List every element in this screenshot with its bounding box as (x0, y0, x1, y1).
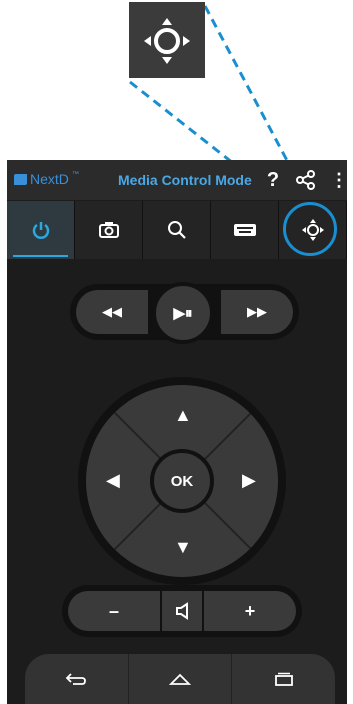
overflow-menu-icon[interactable]: ⋮ (327, 168, 351, 192)
search-button[interactable] (143, 201, 211, 259)
dpad-control: ▲ ▼ ◀ ▶ OK (78, 377, 286, 585)
power-button[interactable] (7, 201, 75, 259)
app-logo: NextD ™ (14, 171, 79, 187)
volume-down-button[interactable]: – (68, 591, 160, 631)
dpad-up-button[interactable]: ▲ (174, 405, 192, 426)
volume-controls: – + (62, 585, 302, 637)
share-icon[interactable] (294, 168, 318, 192)
dpad-mode-highlight (283, 202, 337, 256)
recents-button[interactable] (232, 654, 335, 704)
mute-button[interactable] (162, 591, 202, 631)
logo-mark (14, 173, 27, 185)
camera-button[interactable] (75, 201, 143, 259)
home-icon (169, 673, 191, 685)
action-bar: NextD ™ Media Control Mode ? ⋮ (7, 160, 348, 200)
ok-button[interactable]: OK (150, 449, 214, 513)
power-icon (32, 222, 49, 239)
play-pause-button[interactable]: ▶⏸ (152, 282, 214, 344)
dpad-down-button[interactable]: ▼ (174, 537, 192, 558)
logo-trademark: ™ (71, 171, 79, 178)
keyboard-icon (233, 224, 256, 236)
camera-icon (98, 222, 119, 238)
home-button[interactable] (129, 654, 233, 704)
dpad-callout (129, 2, 205, 78)
volume-up-button[interactable]: + (204, 591, 296, 631)
dpad-left-button[interactable]: ◀ (106, 470, 120, 491)
logo-text: NextD (30, 171, 69, 187)
search-icon (167, 221, 186, 239)
back-button[interactable] (25, 654, 129, 704)
back-icon (66, 673, 87, 685)
recents-icon (274, 672, 293, 686)
speaker-icon (176, 602, 188, 620)
dpad-right-button[interactable]: ▶ (242, 470, 256, 491)
system-nav-bar (25, 654, 335, 704)
keyboard-button[interactable] (211, 201, 279, 259)
help-icon[interactable]: ? (261, 168, 285, 192)
dpad-icon-large (144, 18, 190, 64)
rewind-button[interactable]: ◀◀ (76, 290, 148, 334)
transport-controls: ◀◀ ▶▶ ▶⏸ (70, 282, 299, 344)
fast-forward-button[interactable]: ▶▶ (221, 290, 293, 334)
dpad-ring: ▲ ▼ ◀ ▶ OK (86, 385, 278, 577)
screen-title: Media Control Mode (118, 172, 252, 188)
